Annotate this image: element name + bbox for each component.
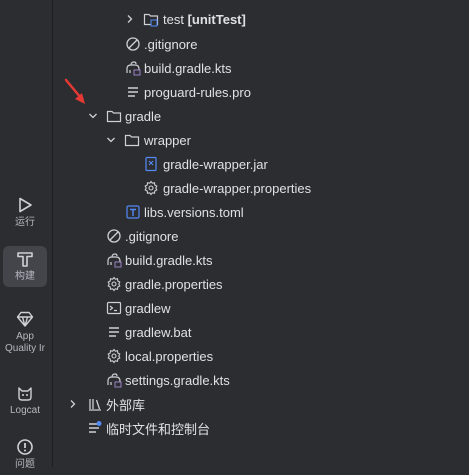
terminal-script-icon (106, 300, 122, 316)
gradle-folder-label: gradle (125, 108, 162, 124)
folder-icon (106, 108, 122, 124)
logcat-tool-label: Logcat (9, 405, 41, 416)
tree-item-scratches[interactable]: 临时文件和控制台 (53, 416, 469, 440)
tree-item-wrapper-properties[interactable]: gradle-wrapper.properties (53, 176, 469, 200)
scratches-icon (87, 420, 103, 436)
wrapper-folder-label: wrapper (144, 132, 191, 148)
app-quality-icon (16, 311, 34, 327)
app-gitignore-label: .gitignore (144, 36, 198, 52)
gradle-elephant-icon (106, 252, 122, 268)
tree-item-gradle-folder[interactable]: gradle (53, 104, 469, 128)
scratches-label: 临时文件和控制台 (106, 421, 211, 437)
test-suffix: [unitTest] (187, 11, 246, 27)
folder-icon (124, 132, 140, 148)
local-properties-label: local.properties (125, 348, 214, 364)
tree-item-root-gitignore[interactable]: .gitignore (53, 224, 469, 248)
problems-tool-button[interactable]: 问题 (0, 434, 50, 475)
libs-versions-label: libs.versions.toml (144, 204, 244, 220)
app-build-gradle-label: build.gradle.kts (144, 60, 232, 76)
test-folder-icon (143, 11, 159, 27)
tree-item-test[interactable]: test [unitTest] (53, 7, 469, 31)
tree-item-app-gitignore[interactable]: .gitignore (53, 32, 469, 56)
gradlew-bat-label: gradlew.bat (125, 324, 192, 340)
app-quality-tool-label: App Quality Ir (4, 331, 45, 354)
tool-window-strip: 运行 构建 App Quality Ir Logcat 问题 (0, 0, 53, 470)
tree-item-wrapper-jar[interactable]: gradle-wrapper.jar (53, 152, 469, 176)
external-libraries-label: 外部库 (106, 397, 146, 413)
chevron-down-icon[interactable] (87, 110, 99, 122)
build-tool-label: 构建 (15, 271, 35, 282)
problems-icon (17, 439, 33, 455)
run-tool-button[interactable]: 运行 (0, 192, 50, 233)
run-icon (19, 197, 32, 213)
project-tree: test [unitTest] .gitignore build.gradle.… (53, 0, 469, 467)
jar-file-icon (143, 156, 159, 172)
gradle-elephant-icon (125, 60, 141, 76)
text-file-icon (106, 324, 122, 340)
settings-gear-icon (106, 276, 122, 292)
wrapper-properties-label: gradle-wrapper.properties (163, 180, 312, 196)
proguard-label: proguard-rules.pro (144, 84, 251, 100)
test-label: test (163, 11, 184, 27)
gradlew-label: gradlew (125, 300, 171, 316)
gradle-properties-label: gradle.properties (125, 276, 223, 292)
root-gitignore-label: .gitignore (125, 228, 179, 244)
gradle-elephant-icon (106, 372, 122, 388)
ignore-file-icon (125, 36, 141, 52)
tree-item-external-libraries[interactable]: 外部库 (53, 392, 469, 416)
toml-file-icon (125, 204, 141, 220)
tree-item-app-build-gradle[interactable]: build.gradle.kts (53, 56, 469, 80)
tree-item-local-properties[interactable]: local.properties (53, 344, 469, 368)
tree-item-gradlew-bat[interactable]: gradlew.bat (53, 320, 469, 344)
chevron-down-icon[interactable] (105, 134, 117, 146)
tree-item-settings-gradle[interactable]: settings.gradle.kts (53, 368, 469, 392)
ignore-file-icon (106, 228, 122, 244)
text-file-icon (125, 84, 141, 100)
build-hammer-icon (17, 252, 33, 267)
app-quality-tool-button[interactable]: App Quality Ir (0, 306, 50, 359)
settings-gradle-label: settings.gradle.kts (125, 372, 230, 388)
settings-gear-icon (143, 180, 159, 196)
logcat-tool-button[interactable]: Logcat (0, 380, 50, 421)
settings-gear-icon (106, 348, 122, 364)
tree-item-gradle-properties[interactable]: gradle.properties (53, 272, 469, 296)
problems-tool-label: 问题 (15, 459, 35, 470)
chevron-right-icon[interactable] (67, 398, 79, 410)
tree-item-proguard[interactable]: proguard-rules.pro (53, 80, 469, 104)
root-build-gradle-label: build.gradle.kts (125, 252, 213, 268)
logcat-icon (18, 387, 32, 401)
library-icon (87, 396, 103, 412)
wrapper-jar-label: gradle-wrapper.jar (163, 156, 268, 172)
tree-item-wrapper-folder[interactable]: wrapper (53, 128, 469, 152)
tree-item-libs-versions[interactable]: libs.versions.toml (53, 200, 469, 224)
tree-item-root-build-gradle[interactable]: build.gradle.kts (53, 248, 469, 272)
run-tool-label: 运行 (15, 217, 35, 228)
chevron-right-icon[interactable] (124, 13, 136, 25)
tree-item-gradlew[interactable]: gradlew (53, 296, 469, 320)
build-tool-button[interactable]: 构建 (0, 246, 50, 287)
